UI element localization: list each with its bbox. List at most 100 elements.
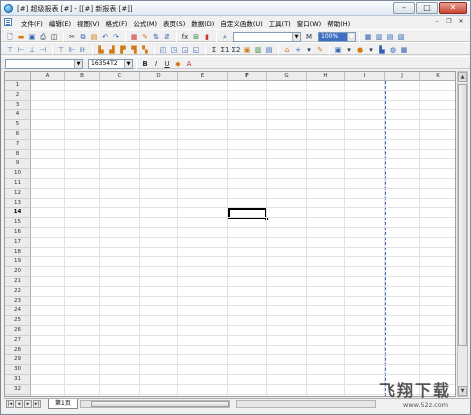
chevron-down-icon[interactable]: ▼ bbox=[347, 32, 355, 41]
minimize-button[interactable]: – bbox=[393, 2, 415, 14]
column-header[interactable]: G bbox=[267, 72, 307, 81]
delete-col-icon[interactable]: ⊣ bbox=[38, 45, 48, 55]
scroll-up-icon[interactable]: ▲ bbox=[458, 72, 467, 82]
title-bar[interactable]: [#] 超级报表 [#] - [[#] 新报表 [#]] – □ ✕ bbox=[1, 1, 470, 16]
doc-restore-button[interactable]: ❐ bbox=[444, 17, 454, 26]
row-header[interactable]: 31 bbox=[5, 375, 31, 385]
spreadsheet-grid[interactable]: A B C D E F G H I J K 1 2 3 4 5 6 7 8 9 10 11 12 13 14 15 16 17 18 19… bbox=[4, 71, 456, 397]
group-icon[interactable]: ⊩ bbox=[67, 45, 77, 55]
row-header[interactable]: 33 bbox=[5, 394, 31, 396]
align-center-icon[interactable]: ▟ bbox=[107, 45, 117, 55]
row-header[interactable]: 8 bbox=[5, 149, 31, 160]
insert-col-icon[interactable]: ⊢ bbox=[16, 45, 26, 55]
menu-item[interactable]: 格式(F) bbox=[103, 17, 131, 29]
column-header[interactable]: E bbox=[178, 72, 228, 81]
save-icon[interactable]: ▣ bbox=[27, 32, 37, 42]
row-header[interactable]: 12 bbox=[5, 188, 31, 199]
align-left-icon[interactable]: ▙ bbox=[96, 45, 106, 55]
vertical-scroll-thumb[interactable] bbox=[458, 84, 467, 346]
menu-item[interactable]: 公式(M) bbox=[130, 17, 160, 29]
font-color-button[interactable]: A bbox=[184, 59, 194, 69]
lock-icon[interactable]: ⌂ bbox=[282, 45, 292, 55]
format-brush-icon[interactable]: ✎ bbox=[140, 32, 150, 42]
binoculars-icon[interactable]: ⌕ bbox=[220, 32, 230, 42]
row-header[interactable]: 27 bbox=[5, 335, 31, 346]
row-header[interactable]: 15 bbox=[5, 218, 31, 228]
bold-button[interactable]: B bbox=[140, 59, 150, 69]
copy-icon[interactable]: ⧉ bbox=[78, 32, 88, 42]
column-header[interactable]: I bbox=[345, 72, 385, 81]
row-header[interactable]: 32 bbox=[5, 384, 31, 395]
close-button[interactable]: ✕ bbox=[439, 2, 467, 14]
menu-item[interactable]: 自定义函数(U) bbox=[217, 17, 265, 29]
color-combo[interactable]: 16354T2 ▼ bbox=[88, 58, 133, 69]
last-sheet-icon[interactable]: ▸| bbox=[33, 400, 41, 408]
chevron-down-icon[interactable]: ▾ bbox=[366, 45, 376, 55]
row-header[interactable]: 9 bbox=[5, 159, 31, 170]
sum-icon[interactable]: Σ bbox=[209, 45, 219, 55]
layout-icon[interactable]: ▤ bbox=[385, 32, 395, 42]
border-icon[interactable]: ◰ bbox=[158, 45, 168, 55]
circle-icon[interactable]: ● bbox=[355, 45, 365, 55]
function-icon[interactable]: fx bbox=[180, 32, 190, 42]
row-header[interactable]: 11 bbox=[5, 179, 31, 189]
horizontal-scrollbar-right[interactable] bbox=[236, 400, 376, 408]
row-header[interactable]: 10 bbox=[5, 169, 31, 179]
chevron-down-icon[interactable]: ▼ bbox=[292, 32, 300, 41]
column-header[interactable]: H bbox=[307, 72, 345, 81]
underline-button[interactable]: U bbox=[162, 59, 172, 69]
row-header[interactable]: 28 bbox=[5, 345, 31, 356]
zoom-combo[interactable]: 100% ▼ bbox=[318, 31, 356, 42]
filter-icon[interactable]: ⊤ bbox=[56, 45, 66, 55]
redo-icon[interactable]: ↷ bbox=[111, 32, 121, 42]
calc-icon[interactable]: ⊞ bbox=[191, 32, 201, 42]
next-sheet-icon[interactable]: ▸ bbox=[24, 400, 32, 408]
row-header[interactable]: 20 bbox=[5, 267, 31, 277]
select-all-corner[interactable] bbox=[5, 72, 31, 81]
fill-color-icon[interactable]: ◆ bbox=[173, 59, 183, 69]
menu-item[interactable]: 编辑(E) bbox=[46, 17, 74, 29]
menu-item[interactable]: 表页(S) bbox=[160, 17, 188, 29]
cut-icon[interactable]: ✂ bbox=[67, 32, 77, 42]
insert-row-icon[interactable]: ⊤ bbox=[5, 45, 15, 55]
menu-item[interactable]: 窗口(W) bbox=[294, 17, 325, 29]
chevron-down-icon[interactable]: ▾ bbox=[304, 45, 314, 55]
menu-item[interactable]: 数据(D) bbox=[188, 17, 217, 29]
row-header[interactable]: 5 bbox=[5, 120, 31, 130]
ungroup-icon[interactable]: ⊪ bbox=[78, 45, 88, 55]
align-justify-icon[interactable]: ▜ bbox=[129, 45, 139, 55]
align-right-icon[interactable]: ▛ bbox=[118, 45, 128, 55]
prev-sheet-icon[interactable]: ◂ bbox=[15, 400, 23, 408]
row-header[interactable]: 4 bbox=[5, 110, 31, 121]
plus-icon[interactable]: + bbox=[293, 45, 303, 55]
row-header[interactable]: 26 bbox=[5, 326, 31, 336]
new-icon[interactable]: 🗋 bbox=[5, 32, 15, 42]
maximize-button[interactable]: □ bbox=[416, 2, 438, 14]
row-header[interactable]: 3 bbox=[5, 100, 31, 111]
row-header[interactable]: 17 bbox=[5, 237, 31, 248]
grid-icon[interactable]: ▦ bbox=[399, 45, 409, 55]
row-header[interactable]: 13 bbox=[5, 198, 31, 209]
row-header[interactable]: 21 bbox=[5, 277, 31, 287]
open-icon[interactable]: ▬ bbox=[16, 32, 26, 42]
column-header[interactable]: J bbox=[385, 72, 420, 81]
find-icon[interactable]: M bbox=[304, 32, 314, 42]
border-none-icon[interactable]: ◱ bbox=[191, 45, 201, 55]
delete-row-icon[interactable]: ⊥ bbox=[27, 45, 37, 55]
column-header[interactable]: K bbox=[420, 72, 455, 81]
column-header[interactable]: D bbox=[140, 72, 178, 81]
search-combo[interactable]: ▼ bbox=[233, 31, 301, 42]
undo-icon[interactable]: ↶ bbox=[100, 32, 110, 42]
globe-icon[interactable]: ◍ bbox=[388, 45, 398, 55]
row-header[interactable]: 23 bbox=[5, 296, 31, 307]
column-header[interactable]: C bbox=[100, 72, 140, 81]
report-icon[interactable]: ▧ bbox=[396, 32, 406, 42]
document-icon[interactable] bbox=[4, 18, 12, 26]
sort-desc-icon[interactable]: ⇵ bbox=[162, 32, 172, 42]
first-sheet-icon[interactable]: |◂ bbox=[6, 400, 14, 408]
row-header[interactable]: 19 bbox=[5, 257, 31, 268]
row-header[interactable]: 16 bbox=[5, 228, 31, 238]
page-view-icon[interactable]: ▥ bbox=[374, 32, 384, 42]
grid-view-icon[interactable]: ▦ bbox=[363, 32, 373, 42]
italic-button[interactable]: I bbox=[151, 59, 161, 69]
